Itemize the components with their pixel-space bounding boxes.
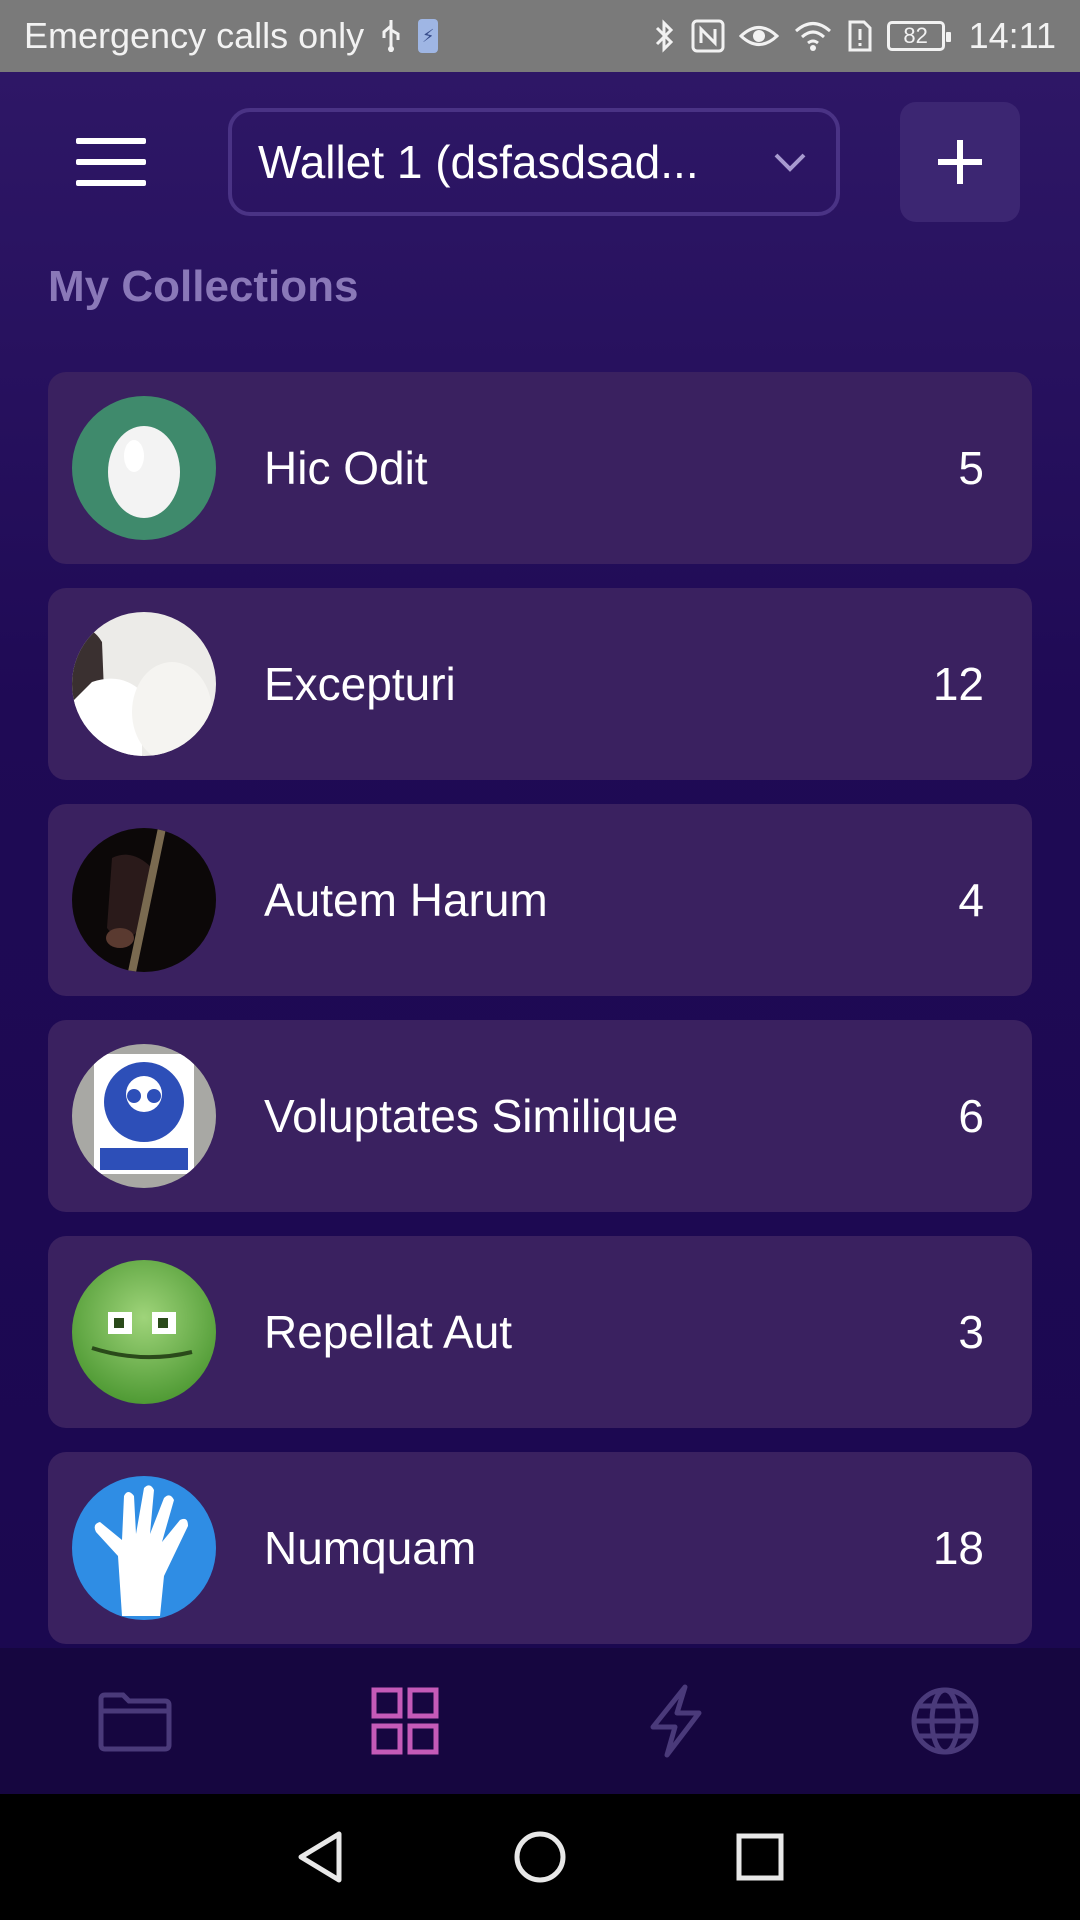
page-title: My Collections	[48, 262, 359, 311]
home-button[interactable]	[505, 1822, 575, 1892]
tab-folder[interactable]	[65, 1671, 205, 1771]
hand-avatar	[72, 1476, 216, 1620]
egg-avatar	[72, 396, 216, 540]
carrier-text: Emergency calls only	[24, 15, 365, 56]
plus-icon	[938, 140, 982, 184]
clock: 14:11	[968, 15, 1056, 56]
folder-icon	[98, 1692, 172, 1752]
wallet-selector[interactable]: Wallet 1 (dsfasdsad...	[228, 108, 840, 216]
nfc-icon	[691, 19, 725, 53]
collection-name: Repellat Aut	[264, 1306, 513, 1358]
collection-count: 4	[958, 874, 984, 926]
collection-name: Excepturi	[264, 658, 456, 710]
status-left: Emergency calls only ⚡	[24, 15, 439, 57]
system-navigation-bar	[0, 1794, 1080, 1920]
eye-icon	[738, 21, 779, 51]
collection-name: Hic Odit	[264, 442, 428, 494]
collection-count: 18	[932, 1522, 984, 1574]
wallet-label: Wallet 1 (dsfasdsad...	[258, 136, 699, 188]
collection-name: Voluptates Similique	[264, 1090, 679, 1142]
green-face-avatar	[72, 1260, 216, 1404]
collection-count: 5	[958, 442, 984, 494]
battery-indicator: 82	[886, 21, 951, 51]
menu-line	[76, 180, 146, 186]
bluetooth-icon	[653, 18, 677, 54]
collection-name: Autem Harum	[264, 874, 548, 926]
collection-item[interactable]: Repellat Aut 3	[48, 1236, 1032, 1428]
back-icon	[298, 1831, 342, 1883]
status-right: 82 14:11	[653, 15, 1056, 57]
collection-item[interactable]: Excepturi 12	[48, 588, 1032, 780]
sim-alert-icon	[847, 19, 873, 53]
grid-icon	[371, 1687, 439, 1755]
collection-count: 3	[958, 1306, 984, 1358]
collection-item[interactable]: Voluptates Similique 6	[48, 1020, 1032, 1212]
tab-collections[interactable]	[335, 1671, 475, 1771]
collection-count: 6	[958, 1090, 984, 1142]
chevron-down-icon	[774, 153, 806, 172]
usb-icon	[378, 18, 404, 54]
back-button[interactable]	[285, 1822, 355, 1892]
menu-line	[76, 159, 146, 165]
wifi-icon	[793, 20, 833, 52]
add-collection-button[interactable]	[900, 102, 1020, 222]
guitar-avatar	[72, 828, 216, 972]
tab-activity[interactable]	[605, 1671, 745, 1771]
collection-count: 12	[932, 658, 984, 710]
safety-sign-avatar	[72, 1044, 216, 1188]
status-bar: Emergency calls only ⚡ 82 14:11	[0, 0, 1080, 72]
home-icon	[514, 1831, 566, 1883]
person-avatar	[72, 612, 216, 756]
menu-line	[76, 138, 146, 144]
collection-item[interactable]: Autem Harum 4	[48, 804, 1032, 996]
collection-item[interactable]: Hic Odit 5	[48, 372, 1032, 564]
collections-list: Hic Odit 5 Excepturi 12 Autem Harum 4 Vo…	[48, 372, 1032, 1668]
tab-browser[interactable]	[875, 1671, 1015, 1771]
charging-icon: ⚡	[418, 19, 439, 53]
bottom-tab-bar	[0, 1648, 1080, 1794]
collection-item[interactable]: Numquam 18	[48, 1452, 1032, 1644]
hamburger-icon[interactable]	[76, 138, 146, 186]
globe-icon	[911, 1687, 979, 1755]
recents-button[interactable]	[725, 1822, 795, 1892]
recents-icon	[736, 1833, 784, 1881]
lightning-icon	[650, 1684, 702, 1758]
collection-name: Numquam	[264, 1522, 477, 1574]
